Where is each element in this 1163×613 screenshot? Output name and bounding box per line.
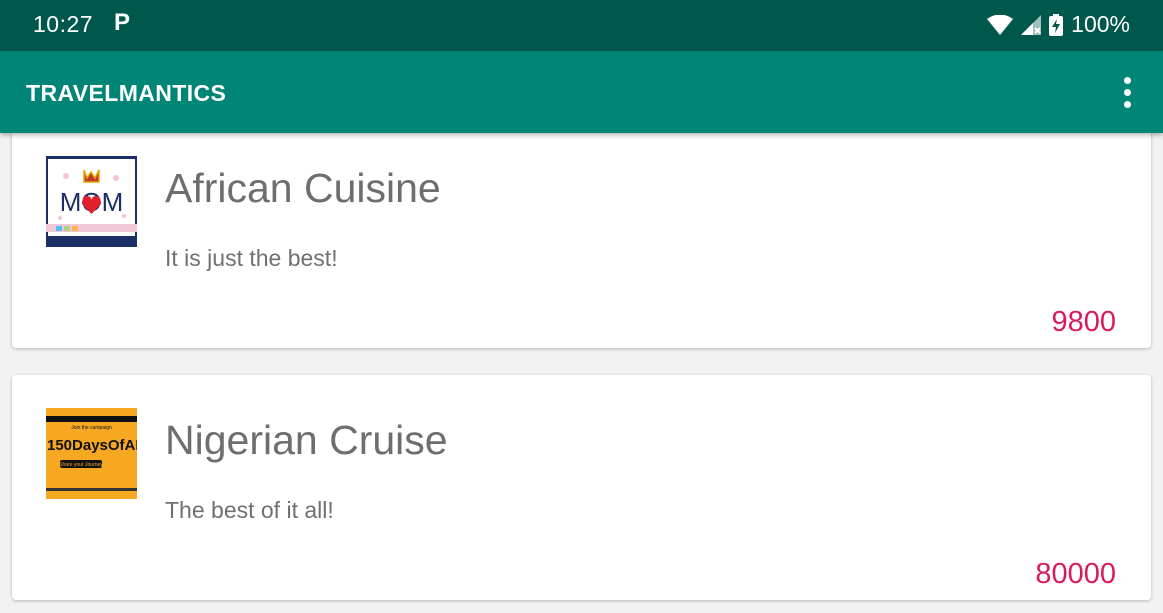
battery-charging-icon: [1049, 13, 1064, 36]
app-title: TRAVELMANTICS: [26, 80, 227, 106]
deal-price: 9800: [1051, 306, 1116, 338]
deal-image-text: 150DaysOfAL: [47, 437, 137, 454]
deal-image-caption: Join the campaign: [71, 425, 112, 431]
status-icons: 100%: [987, 11, 1130, 38]
deal-description: It is just the best!: [165, 245, 338, 271]
deal-card[interactable]: Join the campaign 150DaysOfAL Share your…: [12, 375, 1151, 600]
deal-title: Nigerian Cruise: [165, 417, 448, 463]
deal-image: Join the campaign 150DaysOfAL Share your…: [46, 408, 137, 499]
deal-card[interactable]: MOM African Cuisine It is just the best!…: [12, 133, 1151, 348]
deals-list[interactable]: MOM African Cuisine It is just the best!…: [0, 133, 1163, 613]
deal-title: African Cuisine: [165, 165, 441, 211]
deal-image-tag: Share your Journey: [59, 462, 103, 468]
deal-description: The best of it all!: [165, 497, 334, 523]
app-bar: TRAVELMANTICS: [0, 51, 1163, 133]
battery-percent: 100%: [1071, 11, 1130, 37]
deal-price: 80000: [1035, 558, 1116, 590]
parking-notification-icon: P: [114, 9, 131, 36]
deal-image: MOM: [46, 156, 137, 247]
status-bar: 10:27 P 100%: [0, 0, 1163, 51]
wifi-icon: [987, 14, 1014, 35]
more-vert-icon[interactable]: [1109, 71, 1145, 113]
cell-signal-icon: [1021, 14, 1042, 35]
status-time: 10:27: [33, 11, 94, 37]
